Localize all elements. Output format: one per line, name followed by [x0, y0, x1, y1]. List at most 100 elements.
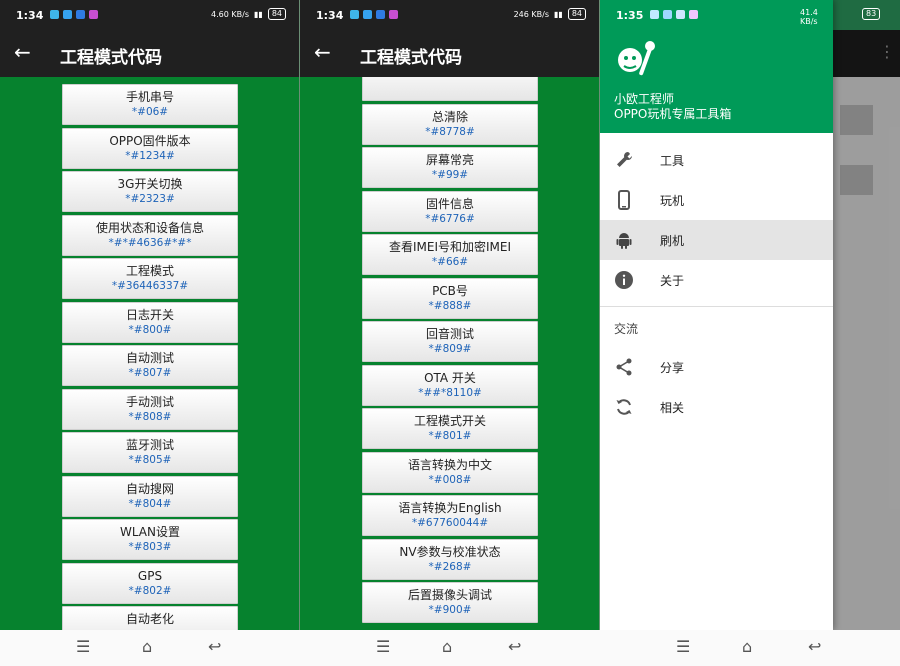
code-name: 固件信息: [425, 196, 474, 211]
code-value: *#803#: [128, 541, 172, 553]
status-bar: 1:35 41.4 KB/s 83: [600, 0, 881, 30]
signal-icon: ▮▮: [254, 9, 263, 19]
menu-icon[interactable]: ☰: [376, 638, 390, 656]
code-card[interactable]: *#806#: [362, 77, 538, 101]
code-list-area[interactable]: *#806#总清除*#8778#屏幕常亮*#99#固件信息*#6776#查看IM…: [300, 77, 600, 630]
code-value: *#888#: [428, 299, 472, 312]
nav-bar: ☰ ⌂ ↩: [300, 630, 600, 666]
code-card[interactable]: 语言转换为English *#67760044#: [362, 495, 538, 536]
code-value: *##*8110#: [418, 386, 482, 399]
code-name: NV参数与校准状态: [399, 544, 501, 559]
code-card[interactable]: 查看IMEI号和加密IMEI *#66#: [362, 234, 538, 275]
code-card[interactable]: 蓝牙测试 *#805#: [62, 432, 238, 473]
code-name: 自动搜网: [125, 481, 174, 496]
code-name: WLAN设置: [119, 525, 180, 539]
code-value: *#804#: [128, 497, 172, 510]
arrow-left-icon[interactable]: ←: [314, 41, 331, 63]
signal-icon: ▮▮: [554, 9, 563, 19]
drawer-item-related[interactable]: 相关: [600, 387, 833, 427]
back-icon[interactable]: ↩: [508, 638, 521, 656]
code-card[interactable]: OPPO固件版本 *#1234#: [62, 127, 238, 169]
code-name: 自动老化: [125, 612, 174, 626]
code-card[interactable]: 3G开关切换 *#2323#: [62, 171, 238, 212]
arrow-left-icon[interactable]: ←: [14, 41, 31, 63]
status-time: 1:35: [616, 9, 644, 22]
code-name: 工程模式: [125, 264, 174, 278]
status-right: 4.60 KB/s ▮▮ 84: [211, 8, 286, 20]
drawer-header: 1:35 41.4 KB/s 83 小欧工程师 OPPO玩机专属工具箱: [600, 0, 881, 133]
code-list-area[interactable]: 手机串号 *#06# OPPO固件版本 *#1234# 3G开关切换 *#2323# 使用状…: [0, 77, 300, 630]
notification-icons: [50, 10, 98, 19]
code-card[interactable]: WLAN设置 *#803#: [62, 519, 238, 560]
code-card[interactable]: 日志开关 *#800#: [62, 301, 238, 343]
code-value: *#008#: [428, 473, 472, 486]
drawer-item-tools[interactable]: 工具: [600, 140, 833, 180]
drawer-item-label: 刷机: [660, 234, 685, 248]
code-card[interactable]: 后置摄像头调试 *#900#: [362, 582, 538, 623]
code-name: OPPO固件版本: [109, 133, 191, 148]
drawer-section-title: 交流: [614, 322, 639, 336]
home-icon[interactable]: ⌂: [742, 638, 752, 656]
status-time: 1:34: [16, 9, 44, 22]
code-card[interactable]: 自动搜网 *#804#: [62, 475, 238, 517]
drawer-item-flash[interactable]: 刷机: [600, 220, 833, 260]
code-value: *#66#: [431, 256, 469, 268]
phone-icon: [618, 190, 630, 210]
menu-icon[interactable]: ☰: [76, 638, 90, 656]
drawer-item-label: 工具: [660, 154, 685, 168]
code-name: 日志开关: [125, 307, 174, 322]
status-time: 1:34: [316, 9, 344, 22]
code-name: 回音测试: [425, 327, 474, 341]
code-card[interactable]: 自动老化: [62, 606, 238, 630]
code-value: *#*#4636#*#*: [108, 236, 192, 249]
code-name: 手机串号: [125, 90, 174, 104]
code-name: 语言转换为English: [398, 501, 502, 515]
notification-icons: [650, 10, 698, 19]
drawer-item-label: 关于: [660, 274, 685, 288]
code-card[interactable]: 回音测试 *#809#: [362, 321, 538, 362]
screen-3: ⋮ 1:35 41.4 KB/s 83 小欧工程师 OPPO玩机专属工具箱 工具…: [600, 0, 900, 666]
code-name: 蓝牙测试: [125, 438, 174, 452]
code-card[interactable]: 使用状态和设备信息 *#*#4636#*#*: [62, 214, 238, 256]
status-bar: 1:34 4.60 KB/s ▮▮ 84: [0, 0, 300, 30]
code-card[interactable]: 手机串号 *#06#: [62, 84, 238, 125]
code-card[interactable]: 手动测试 *#808#: [62, 388, 238, 430]
code-name: 后置摄像头调试: [407, 588, 492, 602]
code-card[interactable]: PCB号 *#888#: [362, 277, 538, 319]
drawer-item-label: 分享: [660, 361, 685, 375]
code-card[interactable]: 自动测试 *#807#: [62, 345, 238, 386]
screen-1: 1:34 4.60 KB/s ▮▮ 84 ← 工程模式代码 手机串号 *#06# O…: [0, 0, 300, 666]
page-title: 工程模式代码: [360, 48, 462, 68]
code-name: PCB号: [432, 283, 468, 298]
drawer-item-about[interactable]: 关于: [600, 260, 833, 300]
drawer-item-label: 玩机: [660, 194, 685, 208]
nav-bar: ☰ ⌂ ↩: [0, 630, 300, 666]
drawer-item-play[interactable]: 玩机: [600, 180, 833, 220]
drawer-item-share[interactable]: 分享: [600, 347, 833, 387]
back-icon[interactable]: ↩: [808, 638, 821, 656]
code-card[interactable]: OTA 开关 *##*8110#: [362, 364, 538, 406]
code-name: 屏幕常亮: [425, 153, 474, 167]
code-card[interactable]: 语言转换为中文 *#008#: [362, 451, 538, 493]
code-value: *#805#: [128, 454, 172, 466]
code-name: 总清除: [431, 109, 468, 124]
app-bar: ← 工程模式代码: [300, 30, 600, 77]
code-card[interactable]: NV参数与校准状态 *#268#: [362, 538, 538, 580]
home-icon[interactable]: ⌂: [442, 638, 452, 656]
drawer-scrim[interactable]: [833, 30, 900, 630]
code-card[interactable]: 固件信息 *#6776#: [362, 190, 538, 232]
back-icon[interactable]: ↩: [208, 638, 221, 656]
code-name: 语言转换为中文: [407, 457, 492, 472]
home-icon[interactable]: ⌂: [142, 638, 152, 656]
divider: [299, 0, 300, 630]
code-value: *#802#: [128, 584, 172, 597]
menu-icon[interactable]: ☰: [676, 638, 690, 656]
code-card[interactable]: 总清除 *#8778#: [362, 103, 538, 145]
battery-icon: 83: [862, 8, 881, 20]
code-card[interactable]: 工程模式开关 *#801#: [362, 408, 538, 449]
refresh-icon: [616, 399, 632, 415]
code-card[interactable]: GPS *#802#: [62, 562, 238, 604]
code-name: 工程模式开关: [413, 414, 486, 428]
code-card[interactable]: 工程模式 *#36446337#: [62, 258, 238, 299]
code-card[interactable]: 屏幕常亮 *#99#: [362, 147, 538, 188]
